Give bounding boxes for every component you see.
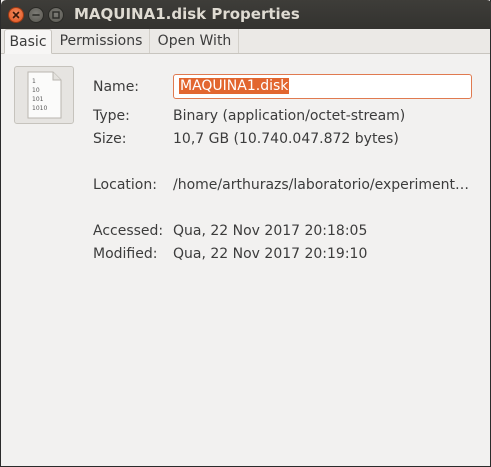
name-field[interactable]: MAQUINA1.disk xyxy=(173,74,472,99)
tab-permissions[interactable]: Permissions xyxy=(53,29,150,53)
properties-window: MAQUINA1.disk Properties Basic Permissio… xyxy=(0,0,491,467)
name-field-value[interactable]: MAQUINA1.disk xyxy=(179,78,290,94)
minimize-icon xyxy=(32,14,40,16)
accessed-label: Accessed: xyxy=(93,223,164,239)
close-button[interactable] xyxy=(8,7,24,23)
file-icon-line: 1 xyxy=(32,78,36,85)
modified-value: Qua, 22 Nov 2017 20:19:10 xyxy=(173,246,368,262)
tab-open-with[interactable]: Open With xyxy=(151,29,239,53)
type-value: Binary (application/octet-stream) xyxy=(173,108,406,124)
tab-basic[interactable]: Basic xyxy=(4,29,52,54)
close-icon xyxy=(12,11,20,19)
basic-panel: 1 10 101 1010 Name: MAQUINA1.disk Type: … xyxy=(1,54,490,466)
tab-bar: Basic Permissions Open With xyxy=(1,29,490,54)
file-icon-line: 1010 xyxy=(32,105,47,112)
size-label: Size: xyxy=(93,131,127,147)
size-value: 10,7 GB (10.740.047.872 bytes) xyxy=(173,131,399,147)
minimize-button[interactable] xyxy=(28,7,44,23)
name-label: Name: xyxy=(93,79,140,95)
window-title: MAQUINA1.disk Properties xyxy=(74,5,300,23)
title-bar[interactable]: MAQUINA1.disk Properties xyxy=(1,0,491,29)
file-icon-line: 10 xyxy=(32,87,40,94)
binary-file-icon[interactable]: 1 10 101 1010 xyxy=(14,66,74,124)
location-label: Location: xyxy=(93,177,157,193)
location-value: /home/arthurazs/laboratorio/experiment… xyxy=(173,177,470,193)
maximize-button[interactable] xyxy=(48,7,64,23)
maximize-icon xyxy=(52,11,60,19)
type-label: Type: xyxy=(93,108,130,124)
accessed-value: Qua, 22 Nov 2017 20:18:05 xyxy=(173,223,368,239)
modified-label: Modified: xyxy=(93,246,158,262)
file-icon-line: 101 xyxy=(32,96,44,103)
